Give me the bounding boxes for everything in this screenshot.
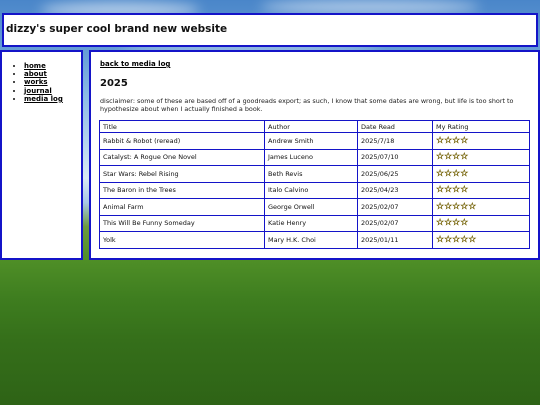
- date-read: 2025/02/07: [357, 198, 433, 216]
- nav-item-journal: journal: [24, 87, 63, 95]
- book-author: Beth Revis: [264, 165, 358, 183]
- star-icons: ☆☆☆☆: [436, 135, 469, 146]
- book-title: Star Wars: Rebel Rising: [99, 165, 265, 183]
- book-author: Andrew Smith: [264, 132, 358, 150]
- column-header-title: Title: [99, 120, 265, 133]
- star-icons: ☆☆☆☆: [436, 185, 469, 196]
- date-read: 2025/04/23: [357, 181, 433, 199]
- book-title: Rabbit & Robot (reread): [99, 132, 265, 150]
- book-title: This Will Be Funny Someday: [99, 214, 265, 232]
- site-header: dizzy's super cool brand new website: [2, 13, 538, 47]
- nav-link-journal[interactable]: journal: [24, 87, 52, 95]
- nav-link-works[interactable]: works: [24, 78, 48, 86]
- site-title: dizzy's super cool brand new website: [6, 23, 228, 35]
- table-row: Animal Farm George Orwell 2025/02/07 ☆☆☆…: [99, 198, 530, 216]
- star-icons: ☆☆☆☆☆: [436, 201, 477, 212]
- cloud: [260, 0, 480, 14]
- table-row: The Baron in the Trees Italo Calvino 202…: [99, 181, 530, 199]
- nav-list: home about works journal media log: [2, 62, 63, 103]
- date-read: 2025/07/10: [357, 148, 433, 166]
- nav-link-home[interactable]: home: [24, 62, 46, 70]
- table-header-row: Title Author Date Read My Rating: [99, 120, 530, 133]
- rating-stars: ☆☆☆☆: [432, 132, 530, 150]
- column-header-author: Author: [264, 120, 358, 133]
- star-icons: ☆☆☆☆: [436, 152, 469, 163]
- book-title: The Baron in the Trees: [99, 181, 265, 199]
- year-heading: 2025: [100, 78, 128, 89]
- table-row: Yolk Mary H.K. Choi 2025/01/11 ☆☆☆☆☆: [99, 231, 530, 249]
- book-author: James Luceno: [264, 148, 358, 166]
- reading-log-table: Title Author Date Read My Rating Rabbit …: [99, 120, 530, 249]
- table-row: This Will Be Funny Someday Katie Henry 2…: [99, 214, 530, 232]
- date-read: 2025/02/07: [357, 214, 433, 232]
- star-icons: ☆☆☆☆: [436, 218, 469, 229]
- column-header-date-read: Date Read: [357, 120, 433, 133]
- rating-stars: ☆☆☆☆: [432, 214, 530, 232]
- table-row: Star Wars: Rebel Rising Beth Revis 2025/…: [99, 165, 530, 183]
- book-author: Katie Henry: [264, 214, 358, 232]
- date-read: 2025/06/25: [357, 165, 433, 183]
- nav-link-media-log[interactable]: media log: [24, 95, 63, 103]
- book-title: Animal Farm: [99, 198, 265, 216]
- book-author: George Orwell: [264, 198, 358, 216]
- star-icons: ☆☆☆☆: [436, 168, 469, 179]
- nav-item-about: about: [24, 70, 63, 78]
- book-author: Mary H.K. Choi: [264, 231, 358, 249]
- rating-stars: ☆☆☆☆: [432, 165, 530, 183]
- rating-stars: ☆☆☆☆: [432, 148, 530, 166]
- rating-stars: ☆☆☆☆☆: [432, 198, 530, 216]
- book-title: Yolk: [99, 231, 265, 249]
- nav-item-home: home: [24, 62, 63, 70]
- table-row: Rabbit & Robot (reread) Andrew Smith 202…: [99, 132, 530, 150]
- star-icons: ☆☆☆☆☆: [436, 234, 477, 245]
- date-read: 2025/7/18: [357, 132, 433, 150]
- nav-link-about[interactable]: about: [24, 70, 47, 78]
- main-content: back to media log 2025 disclaimer: some …: [89, 50, 540, 260]
- book-author: Italo Calvino: [264, 181, 358, 199]
- book-title: Catalyst: A Rogue One Novel: [99, 148, 265, 166]
- table-row: Catalyst: A Rogue One Novel James Luceno…: [99, 148, 530, 166]
- rating-stars: ☆☆☆☆: [432, 181, 530, 199]
- column-header-my-rating: My Rating: [432, 120, 530, 133]
- nav-item-works: works: [24, 78, 63, 86]
- disclaimer-text: disclaimer: some of these are based off …: [100, 97, 514, 113]
- back-to-media-log-link[interactable]: back to media log: [100, 60, 170, 68]
- nav-item-media-log: media log: [24, 95, 63, 103]
- sidebar-nav: home about works journal media log: [0, 50, 83, 260]
- date-read: 2025/01/11: [357, 231, 433, 249]
- rating-stars: ☆☆☆☆☆: [432, 231, 530, 249]
